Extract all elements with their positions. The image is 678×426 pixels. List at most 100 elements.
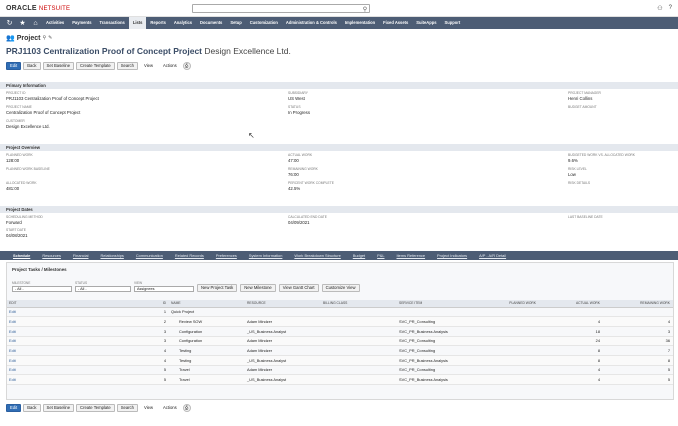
edit-button[interactable]: Edit	[6, 62, 22, 70]
row-edit-link[interactable]: Edit	[7, 374, 87, 385]
row-service-item: SVC_PR_Consulting	[397, 316, 473, 327]
row-edit-link[interactable]: Edit	[7, 326, 87, 337]
tab-financial[interactable]: Financial	[67, 253, 95, 258]
end-date-value: 04/09/2021	[288, 220, 310, 225]
nav-payments[interactable]: Payments	[68, 17, 95, 29]
set-baseline-button-bottom[interactable]: Set Baseline	[42, 404, 75, 412]
favorites-star-icon[interactable]: ★	[16, 19, 29, 27]
back-button-bottom[interactable]: Back	[23, 404, 41, 412]
col-planned-work[interactable]: PLANNED WORK	[473, 300, 539, 308]
nav-suiteapps[interactable]: SuiteApps	[412, 17, 440, 29]
col-name[interactable]: NAME	[169, 300, 245, 308]
col-resource[interactable]: RESOURCE	[245, 300, 321, 308]
edit-button-bottom[interactable]: Edit	[6, 404, 22, 412]
tab-schedule[interactable]: Schedule	[7, 253, 36, 258]
tab-communication[interactable]: Communication	[130, 253, 169, 258]
nav-activities[interactable]: Activities	[42, 17, 68, 29]
row-resource: _US_Business Analyst	[245, 355, 321, 366]
row-name: Configuration	[169, 326, 245, 337]
tab-relationships[interactable]: Relationships	[95, 253, 130, 258]
col-actual-work[interactable]: ACTUAL WORK	[539, 300, 603, 308]
print-icon[interactable]: ⎙	[182, 62, 191, 70]
nav-reports[interactable]: Reports	[146, 17, 169, 29]
help-icon[interactable]: ?	[669, 5, 672, 12]
col-service-item[interactable]: SERVICE ITEM	[397, 300, 473, 308]
new-project-task-button[interactable]: New Project Task	[197, 284, 238, 292]
view-filter-select[interactable]: Assignees	[134, 286, 194, 292]
recent-icon[interactable]: ↻	[3, 19, 16, 27]
tab-work-breakdown[interactable]: Work Breakdown Structure	[288, 253, 346, 258]
nav-transactions[interactable]: Transactions	[96, 17, 129, 29]
edit-pencil-icon[interactable]: ✎	[48, 35, 52, 41]
search-record-icon[interactable]: ⚲	[42, 35, 46, 41]
row-edit-link[interactable]: Edit	[7, 336, 87, 347]
project-manager-value[interactable]: Henri Collins	[568, 96, 601, 101]
row-edit-link[interactable]: Edit	[7, 365, 87, 376]
tab-related-records[interactable]: Related Records	[169, 253, 210, 258]
actions-menu-bottom[interactable]: Actions	[159, 404, 181, 412]
row-actual-work: 4	[539, 374, 603, 385]
nav-analytics[interactable]: Analytics	[170, 17, 196, 29]
project-overview-header: Project Overview	[0, 144, 678, 151]
status-filter-select[interactable]: - All -	[75, 286, 131, 292]
home-icon[interactable]: ⌂	[29, 20, 42, 27]
netsuite-logo[interactable]: ORACLE NETSUITE	[6, 5, 70, 12]
row-remaining-work: 5	[603, 374, 673, 385]
milestone-filter-select[interactable]: - All -	[12, 286, 72, 292]
search-button[interactable]: Search	[116, 62, 138, 70]
print-icon-bottom[interactable]: ⎙	[182, 404, 191, 412]
search-button-bottom[interactable]: Search	[116, 404, 138, 412]
view-gantt-chart-button[interactable]: View Gantt Chart	[278, 284, 319, 292]
new-milestone-button[interactable]: New Milestone	[240, 284, 276, 292]
actual-work-value: 47:00	[288, 158, 299, 163]
status-filter-label: STATUS	[75, 281, 88, 285]
row-resource: _US_Business Analyst	[245, 374, 321, 385]
tab-items-reference[interactable]: Items Reference	[391, 253, 432, 258]
row-remaining-work: 3	[603, 326, 673, 337]
customize-view-button[interactable]: Customize View	[321, 284, 360, 292]
tab-ap-ar-detail[interactable]: A/P - A/R Detail	[473, 253, 512, 258]
nav-customization[interactable]: Customization	[246, 17, 282, 29]
nav-support[interactable]: Support	[441, 17, 465, 29]
tab-system-information[interactable]: System Information	[243, 253, 289, 258]
col-billing-class[interactable]: BILLING CLASS	[321, 300, 397, 308]
view-menu[interactable]: View	[140, 62, 157, 70]
row-name: Review SOW	[169, 316, 245, 327]
tab-resources[interactable]: Resources	[36, 253, 67, 258]
nav-administration[interactable]: Administration & Controls	[282, 17, 341, 29]
tab-project-indicators[interactable]: Project Indicators	[431, 253, 473, 258]
table-row: Edit 1 Quick Project	[7, 307, 673, 318]
user-menu-icon[interactable]: ⚇	[657, 5, 662, 12]
create-template-button-bottom[interactable]: Create Template	[76, 404, 115, 412]
customer-value[interactable]: Design Excellence Ltd.	[6, 124, 50, 129]
set-baseline-button[interactable]: Set Baseline	[42, 62, 75, 70]
row-id: 4	[87, 355, 169, 366]
view-menu-bottom[interactable]: View	[140, 404, 157, 412]
create-template-button[interactable]: Create Template	[76, 62, 115, 70]
global-search-input[interactable]: ⚲	[192, 3, 371, 13]
row-edit-link[interactable]: Edit	[7, 307, 87, 318]
nav-fixed-assets[interactable]: Fixed Assets	[379, 17, 412, 29]
budgeted-vs-allocated-label: Budgeted Work vs. Allocated Work	[568, 153, 635, 157]
row-billing-class	[321, 307, 397, 318]
nav-setup[interactable]: Setup	[226, 17, 245, 29]
row-resource	[245, 307, 321, 318]
row-edit-link[interactable]: Edit	[7, 345, 87, 356]
row-edit-link[interactable]: Edit	[7, 355, 87, 366]
row-service-item: SVC_PR_Consulting	[397, 345, 473, 356]
percent-complete-label: Percent Work Complete	[288, 181, 334, 185]
actions-menu[interactable]: Actions	[159, 62, 181, 70]
col-remaining-work[interactable]: REMAINING WORK	[603, 300, 673, 308]
nav-implementation[interactable]: Implementation	[341, 17, 379, 29]
tab-preferences[interactable]: Preferences	[210, 253, 243, 258]
row-remaining-work: 8	[603, 355, 673, 366]
row-edit-link[interactable]: Edit	[7, 316, 87, 327]
back-button[interactable]: Back	[23, 62, 41, 70]
nav-lists[interactable]: Lists	[128, 17, 147, 29]
tab-pl[interactable]: P&L	[371, 253, 390, 258]
tab-budget[interactable]: Budget	[347, 253, 371, 258]
nav-documents[interactable]: Documents	[196, 17, 226, 29]
col-id[interactable]: ID	[87, 300, 169, 308]
row-remaining-work	[603, 307, 673, 318]
col-edit[interactable]: EDIT	[7, 300, 87, 308]
